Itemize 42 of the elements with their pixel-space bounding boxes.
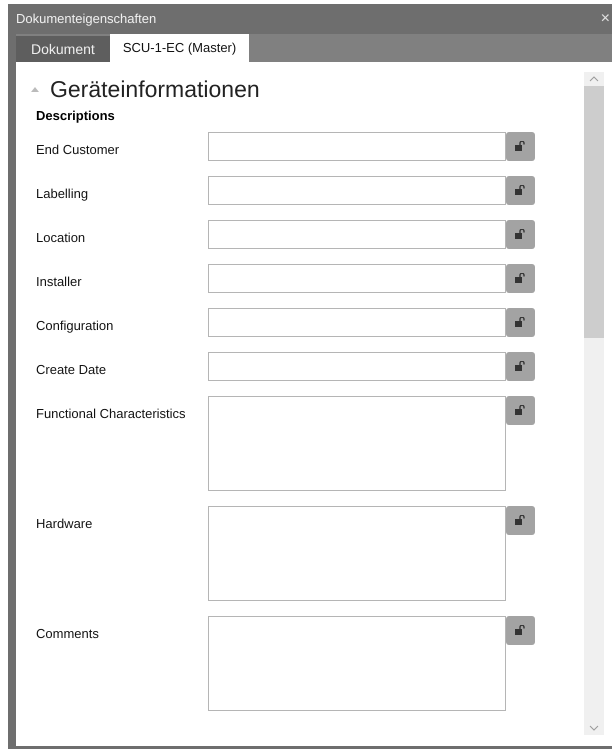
unlocked-padlock-button[interactable] (506, 616, 535, 644)
unlocked-padlock-icon (515, 141, 526, 151)
field-label: Labelling (36, 184, 90, 203)
input-field[interactable] (208, 352, 506, 380)
field-label: Installer (36, 272, 83, 290)
field-label: Functional Characteristics (36, 404, 187, 422)
unlocked-padlock-icon (515, 515, 526, 525)
unlocked-padlock-icon (515, 625, 526, 635)
unlocked-padlock-icon (515, 361, 526, 371)
group-heading: Descriptions (35, 107, 116, 125)
field-label: Configuration (36, 316, 114, 335)
input-field[interactable] (208, 264, 506, 292)
field-label: End Customer (36, 140, 120, 158)
scrollbar[interactable] (584, 72, 604, 735)
unlocked-padlock-icon (515, 317, 526, 327)
window-title: Dokumenteigenschaften (16, 10, 156, 28)
input-field[interactable] (208, 308, 506, 336)
tab[interactable]: SCU-1-EC (Master) (110, 34, 250, 62)
unlocked-padlock-button[interactable] (506, 132, 535, 160)
field-label: Create Date (36, 360, 108, 378)
section-title: Geräteinformationen (50, 74, 260, 104)
unlocked-padlock-button[interactable] (506, 352, 535, 380)
input-field[interactable] (208, 132, 506, 160)
unlocked-padlock-button[interactable] (506, 220, 535, 248)
unlocked-padlock-button[interactable] (506, 264, 535, 292)
unlocked-padlock-button[interactable] (506, 308, 535, 336)
input-field[interactable] (208, 176, 506, 204)
unlocked-padlock-button[interactable] (506, 506, 535, 534)
scrollbar-thumb[interactable] (584, 86, 604, 338)
unlocked-padlock-icon (515, 185, 526, 195)
unlocked-padlock-icon (515, 273, 526, 283)
field-label: Comments (36, 624, 100, 642)
unlocked-padlock-icon (515, 405, 526, 415)
collapse-triangle-icon (31, 86, 39, 92)
tab[interactable]: Dokument (16, 36, 110, 62)
input-field[interactable] (208, 220, 506, 248)
unlocked-padlock-button[interactable] (506, 396, 535, 424)
field-label: Location (36, 228, 86, 246)
unlocked-padlock-icon (515, 229, 526, 239)
field-label: Hardware (36, 514, 94, 532)
close-button[interactable]: × (600, 11, 610, 27)
unlocked-padlock-button[interactable] (506, 176, 535, 204)
